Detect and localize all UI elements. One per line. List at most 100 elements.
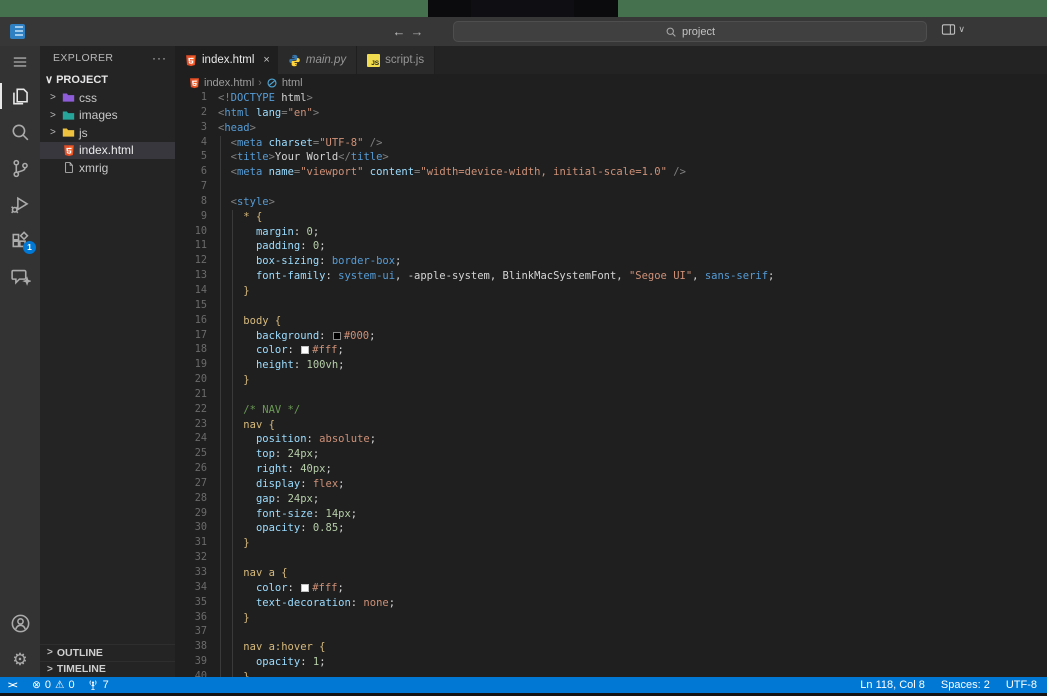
code-line[interactable]: 10 margin: 0; xyxy=(175,225,1047,240)
close-icon[interactable]: × xyxy=(263,54,269,66)
more-actions-button[interactable]: ··· xyxy=(152,51,167,65)
code-line[interactable]: 5 <title>Your World</title> xyxy=(175,150,1047,165)
tab-index-html[interactable]: index.html × xyxy=(175,46,278,74)
code-line[interactable]: 9 * { xyxy=(175,210,1047,225)
code-line[interactable]: 19 height: 100vh; xyxy=(175,358,1047,373)
ports-button[interactable]: 7 xyxy=(87,679,109,691)
outline-panel-header[interactable]: > OUTLINE xyxy=(40,644,175,661)
breadcrumb-symbol[interactable]: html xyxy=(282,77,303,89)
chat-button[interactable] xyxy=(0,258,40,294)
line-number: 38 xyxy=(175,640,207,655)
panel-label: OUTLINE xyxy=(57,647,103,659)
line-number: 26 xyxy=(175,462,207,477)
tree-item-label: images xyxy=(79,108,118,122)
tree-item-js[interactable]: > js xyxy=(40,124,175,142)
extensions-button[interactable]: 1 xyxy=(0,222,40,258)
code-line[interactable]: 40 } xyxy=(175,670,1047,677)
code-line[interactable]: 29 font-size: 14px; xyxy=(175,507,1047,522)
cursor-position[interactable]: Ln 118, Col 8 xyxy=(860,679,925,691)
code-line[interactable]: 18 color: #fff; xyxy=(175,343,1047,358)
code-line[interactable]: 33 nav a { xyxy=(175,566,1047,581)
tree-item-css[interactable]: > css xyxy=(40,89,175,107)
tree-item-images[interactable]: > images xyxy=(40,107,175,125)
code-line[interactable]: 16 body { xyxy=(175,314,1047,329)
forward-button[interactable]: → xyxy=(408,17,426,46)
code-line[interactable]: 32 xyxy=(175,551,1047,566)
code-text: * { xyxy=(218,210,262,225)
code-text: color: #fff; xyxy=(218,343,344,358)
account-button[interactable] xyxy=(0,605,40,641)
code-text: font-family: system-ui, -apple-system, B… xyxy=(218,269,774,284)
explorer-sidebar: EXPLORER ··· ∨ PROJECT > css > images > … xyxy=(40,46,175,677)
code-line[interactable]: 34 color: #fff; xyxy=(175,581,1047,596)
code-line[interactable]: 7 xyxy=(175,180,1047,195)
back-button[interactable]: ← xyxy=(390,17,408,46)
chevron-right-icon: > xyxy=(47,647,53,658)
customize-layout-button[interactable]: ∨ xyxy=(941,22,965,37)
chevron-right-icon: > xyxy=(50,110,58,121)
activity-bar: 1 ⚙ xyxy=(0,46,40,677)
code-line[interactable]: 38 nav a:hover { xyxy=(175,640,1047,655)
color-swatch[interactable] xyxy=(333,332,341,340)
tree-root-project[interactable]: ∨ PROJECT xyxy=(40,70,175,89)
remote-indicator[interactable]: >< xyxy=(8,680,20,691)
code-line[interactable]: 13 font-family: system-ui, -apple-system… xyxy=(175,269,1047,284)
code-line[interactable]: 37 xyxy=(175,625,1047,640)
code-text: font-size: 14px; xyxy=(218,507,357,522)
run-debug-button[interactable] xyxy=(0,186,40,222)
code-line[interactable]: 30 opacity: 0.85; xyxy=(175,521,1047,536)
code-line[interactable]: 25 top: 24px; xyxy=(175,447,1047,462)
code-line[interactable]: 23 nav { xyxy=(175,418,1047,433)
tree-item-xmrig[interactable]: xmrig xyxy=(40,159,175,177)
explorer-title: EXPLORER xyxy=(53,52,113,64)
code-editor[interactable]: 1<!DOCTYPE html>2<html lang="en">3<head>… xyxy=(175,91,1047,677)
color-swatch[interactable] xyxy=(301,346,309,354)
line-number: 30 xyxy=(175,521,207,536)
settings-button[interactable]: ⚙ xyxy=(0,641,40,677)
source-control-button[interactable] xyxy=(0,150,40,186)
tree-item-label: index.html xyxy=(79,143,134,157)
command-center-search[interactable]: project xyxy=(453,21,927,42)
tab-main-py[interactable]: main.py xyxy=(278,46,357,74)
code-line[interactable]: 27 display: flex; xyxy=(175,477,1047,492)
code-line[interactable]: 24 position: absolute; xyxy=(175,432,1047,447)
code-line[interactable]: 1<!DOCTYPE html> xyxy=(175,91,1047,106)
code-line[interactable]: 36 } xyxy=(175,611,1047,626)
code-line[interactable]: 22 /* NAV */ xyxy=(175,403,1047,418)
tree-item-index-html[interactable]: index.html xyxy=(40,142,175,160)
code-line[interactable]: 14 } xyxy=(175,284,1047,299)
explorer-button[interactable] xyxy=(0,78,40,114)
code-text: height: 100vh; xyxy=(218,358,344,373)
code-line[interactable]: 39 opacity: 1; xyxy=(175,655,1047,670)
code-line[interactable]: 11 padding: 0; xyxy=(175,239,1047,254)
code-line[interactable]: 20 } xyxy=(175,373,1047,388)
code-line[interactable]: 12 box-sizing: border-box; xyxy=(175,254,1047,269)
code-line[interactable]: 8 <style> xyxy=(175,195,1047,210)
error-icon: ⊗ xyxy=(32,679,41,691)
code-text: nav a:hover { xyxy=(218,640,326,655)
code-line[interactable]: 3<head> xyxy=(175,121,1047,136)
line-number: 28 xyxy=(175,492,207,507)
problems-button[interactable]: ⊗ 0 ⚠ 0 xyxy=(32,679,74,691)
menu-button[interactable] xyxy=(0,46,40,78)
timeline-panel-header[interactable]: > TIMELINE xyxy=(40,661,175,678)
indentation[interactable]: Spaces: 2 xyxy=(941,679,990,691)
color-swatch[interactable] xyxy=(301,584,309,592)
code-line[interactable]: 31 } xyxy=(175,536,1047,551)
code-line[interactable]: 15 xyxy=(175,299,1047,314)
encoding[interactable]: UTF-8 xyxy=(1006,679,1037,691)
status-bar: >< ⊗ 0 ⚠ 0 7 Ln 118, Col 8 Spaces: 2 UTF… xyxy=(0,677,1047,693)
code-line[interactable]: 26 right: 40px; xyxy=(175,462,1047,477)
breadcrumb-file[interactable]: index.html xyxy=(204,77,254,89)
code-line[interactable]: 2<html lang="en"> xyxy=(175,106,1047,121)
code-line[interactable]: 6 <meta name="viewport" content="width=d… xyxy=(175,165,1047,180)
folder-icon xyxy=(62,91,75,104)
line-number: 18 xyxy=(175,343,207,358)
code-line[interactable]: 28 gap: 24px; xyxy=(175,492,1047,507)
search-view-button[interactable] xyxy=(0,114,40,150)
tab-script-js[interactable]: JS script.js xyxy=(357,46,435,74)
code-line[interactable]: 17 background: #000; xyxy=(175,329,1047,344)
code-line[interactable]: 4 <meta charset="UTF-8" /> xyxy=(175,136,1047,151)
code-line[interactable]: 35 text-decoration: none; xyxy=(175,596,1047,611)
code-line[interactable]: 21 xyxy=(175,388,1047,403)
